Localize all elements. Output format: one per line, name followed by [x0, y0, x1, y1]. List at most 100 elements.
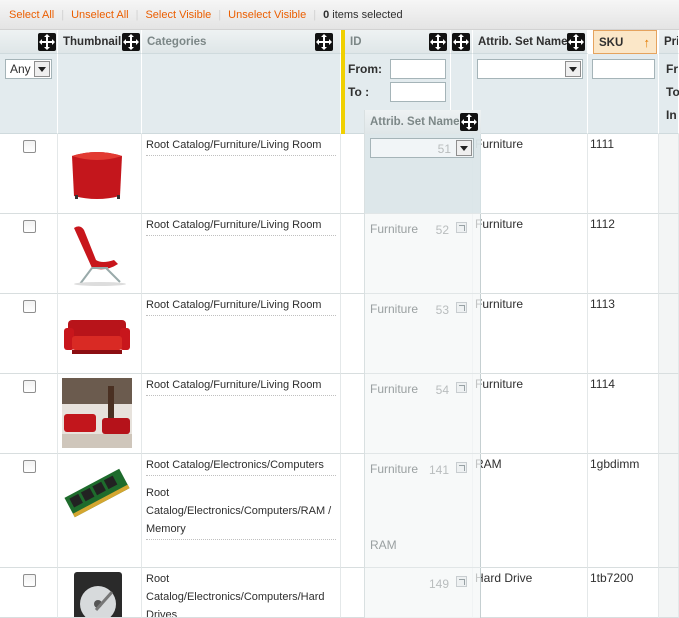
categories-cell: Root Catalog/Furniture/Living Room [142, 374, 341, 454]
header-categories-label: Categories [147, 36, 207, 48]
header-id[interactable]: ID [345, 30, 451, 54]
dragged-column-cell: Furniture 54 [365, 374, 481, 454]
header-price[interactable]: Pri [659, 30, 679, 54]
header-spacer [451, 30, 473, 54]
dragged-column-cell: Furniture 53 [365, 294, 481, 374]
product-thumbnail[interactable] [62, 138, 132, 208]
edit-icon[interactable] [456, 222, 467, 233]
attrib-set-cell: Furniture [473, 134, 588, 214]
chevron-down-icon [456, 140, 472, 156]
header-price-label: Pri [664, 36, 679, 48]
separator: | [313, 9, 317, 21]
thumbnail-cell [58, 134, 142, 214]
attrib-set-extra: RAM [370, 538, 397, 552]
unselect-all-link[interactable]: Unselect All [71, 9, 128, 21]
attrib-set-filter-select[interactable] [477, 59, 583, 79]
category-path: Root Catalog/Furniture/Living Room [146, 296, 336, 316]
id-from-input[interactable] [390, 59, 446, 79]
price-cell [659, 294, 679, 374]
move-column-icon[interactable] [122, 33, 140, 51]
row-checkbox[interactable] [23, 220, 36, 233]
table-row [0, 214, 58, 294]
header-categories[interactable]: Categories [142, 30, 341, 54]
sku-value: 1112 [590, 217, 615, 231]
move-column-icon[interactable] [567, 33, 585, 51]
edit-icon[interactable] [456, 382, 467, 393]
attrib-set-cell: Furniture [473, 294, 588, 374]
filter-cell-sku [588, 54, 659, 134]
row-checkbox[interactable] [23, 380, 36, 393]
massaction-filter-select[interactable]: Any [5, 59, 52, 79]
table-row [0, 134, 58, 214]
table-row [0, 454, 58, 568]
header-sku[interactable]: SKU ↑ [593, 30, 657, 54]
sku-value: 1113 [590, 297, 615, 311]
product-thumbnail[interactable] [62, 298, 132, 368]
attrib-set-cell: Furniture [473, 374, 588, 454]
unselect-visible-link[interactable]: Unselect Visible [228, 9, 306, 21]
price-cell [659, 454, 679, 568]
move-column-icon[interactable] [452, 33, 470, 51]
attrib-set-inline-select[interactable]: 51 [370, 138, 474, 158]
edit-icon[interactable] [456, 576, 467, 587]
attrib-set-name: Furniture [370, 222, 419, 236]
id-from-label: From: [348, 62, 382, 76]
select-visible-link[interactable]: Select Visible [145, 9, 211, 21]
move-column-icon[interactable] [38, 33, 56, 51]
sku-value: 1tb7200 [590, 571, 634, 585]
table-row [0, 294, 58, 374]
filter-cell-attrib-set [473, 54, 588, 134]
thumbnail-cell [58, 374, 142, 454]
dragged-column-cell: 149 [365, 568, 481, 618]
edit-icon[interactable] [456, 462, 467, 473]
dragged-column-ghost[interactable]: Attrib. Set Name 51 Furniture 52 Furnitu… [364, 110, 481, 618]
chevron-down-icon [34, 61, 50, 77]
row-id: 52 [435, 223, 449, 237]
sku-cell: 1113 [588, 294, 659, 374]
sku-cell: 1114 [588, 374, 659, 454]
categories-cell: Root Catalog/Electronics/Computers/Hard … [142, 568, 341, 618]
massaction-filter-value: Any [10, 62, 31, 76]
move-column-icon[interactable] [429, 33, 447, 51]
price-cell [659, 214, 679, 294]
row-checkbox[interactable] [23, 140, 36, 153]
product-thumbnail[interactable] [62, 218, 132, 288]
row-checkbox[interactable] [23, 300, 36, 313]
attrib-set-value: RAM [475, 457, 502, 471]
attrib-set-name: Furniture [370, 462, 419, 476]
price-from-label: Fr [666, 62, 678, 76]
sku-cell: 1112 [588, 214, 659, 294]
attrib-set-name: Furniture [370, 302, 419, 316]
product-thumbnail[interactable] [62, 378, 132, 448]
categories-cell: Root Catalog/Furniture/Living Room [142, 134, 341, 214]
product-thumbnail[interactable] [62, 572, 132, 618]
price-to-label: To [666, 85, 679, 99]
row-id: 54 [435, 383, 449, 397]
header-thumbnail-label: Thumbnail [63, 36, 122, 48]
row-checkbox[interactable] [23, 460, 36, 473]
attrib-set-value: Hard Drive [475, 571, 533, 585]
move-column-icon[interactable] [460, 113, 478, 131]
dragged-column-header-label: Attrib. Set Name [370, 116, 460, 128]
filter-cell-categories [142, 54, 341, 134]
header-checkbox-column [0, 30, 58, 54]
filter-cell-checkbox: Any [0, 54, 58, 134]
select-all-link[interactable]: Select All [9, 9, 54, 21]
sku-filter-input[interactable] [592, 59, 655, 79]
table-row [0, 374, 58, 454]
id-to-input[interactable] [390, 82, 446, 102]
attrib-set-cell: Hard Drive [473, 568, 588, 618]
sku-cell: 1tb7200 [588, 568, 659, 618]
edit-icon[interactable] [456, 302, 467, 313]
category-path: Root Catalog/Electronics/Computers/Hard … [146, 570, 336, 617]
sku-cell: 1111 [588, 134, 659, 214]
header-sku-label: SKU [599, 37, 624, 49]
dragged-column-header[interactable]: Attrib. Set Name [365, 110, 481, 134]
attrib-set-value: Furniture [475, 377, 524, 391]
row-checkbox[interactable] [23, 574, 36, 587]
attrib-set-value: Furniture [475, 297, 524, 311]
header-attrib-set-name[interactable]: Attrib. Set Name [473, 30, 588, 54]
move-column-icon[interactable] [315, 33, 333, 51]
product-thumbnail[interactable] [62, 458, 132, 528]
dragged-column-cell: Furniture 52 [365, 214, 481, 294]
